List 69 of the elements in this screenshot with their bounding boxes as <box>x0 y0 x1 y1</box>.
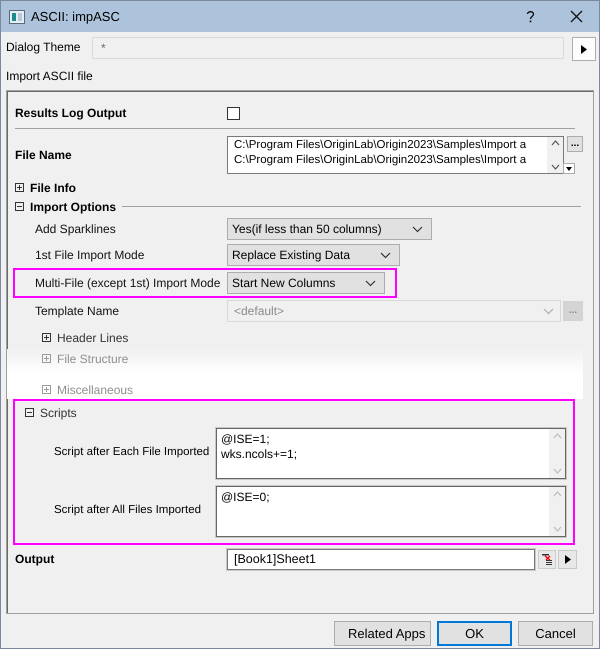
group-label: File Structure <box>57 350 128 368</box>
arrow-button[interactable] <box>558 550 577 568</box>
group-label: Scripts <box>40 404 77 422</box>
dropdown-value: Replace Existing Data <box>232 247 350 264</box>
field-label: 1st File Import Mode <box>35 247 146 264</box>
file-name-field[interactable]: C:\Program Files\OriginLab\Origin2023\Samples\Import a C:\Program Files\OriginLab\Origin2023\Samples\Import a <box>227 136 564 174</box>
group-label: File Info <box>30 180 76 196</box>
theme-field[interactable]: * <box>92 37 564 59</box>
triangle-right-icon <box>564 554 570 564</box>
help-icon <box>526 10 534 23</box>
field-label: Output <box>15 551 56 568</box>
field-label: Script after Each File Imported <box>53 445 210 460</box>
expand-icon[interactable] <box>15 183 24 192</box>
collapse-icon[interactable] <box>25 408 34 417</box>
chevron-down-icon <box>412 226 423 232</box>
group-label: Header Lines <box>57 330 128 346</box>
script-line: @ISE=1; <box>221 432 271 446</box>
field-label: Template Name <box>35 303 120 320</box>
field-label: File Name <box>15 147 73 164</box>
field-label: Results Log Output <box>15 105 128 122</box>
dropdown-value: Yes(if less than 50 columns) <box>232 221 382 238</box>
chevron-down-icon <box>552 526 562 532</box>
chevron-down-icon <box>543 308 554 314</box>
file-path: C:\Program Files\OriginLab\Origin2023\Samples\Import a <box>234 138 528 153</box>
checkbox[interactable] <box>227 106 240 120</box>
group-label: Import Options <box>30 198 116 216</box>
scrollbar[interactable] <box>549 486 565 536</box>
script-line: @ISE=0; <box>221 490 271 504</box>
dialog-button[interactable]: Related Apps <box>334 621 431 646</box>
dropdown-value: Start New Columns <box>232 275 336 292</box>
field-value: [Book1]Sheet1 <box>234 550 316 568</box>
combo-value: <default> <box>234 303 286 320</box>
triangle-down-icon <box>566 166 572 170</box>
close-icon <box>570 10 582 23</box>
field-label: Add Sparklines <box>35 221 117 238</box>
arrow-button[interactable] <box>572 37 596 61</box>
chevron-down-icon <box>550 164 560 170</box>
field-label: Multi-File (except 1st) Import Mode <box>35 275 222 292</box>
field-label: Script after All Files Imported <box>53 503 202 518</box>
dropdown[interactable]: Start New Columns <box>227 272 386 294</box>
scrollbar[interactable] <box>549 428 565 478</box>
window-title: ASCII: impASC <box>31 8 120 26</box>
chevron-up-icon <box>552 432 562 438</box>
file-path: C:\Program Files\OriginLab\Origin2023\Samples\Import a <box>234 153 528 168</box>
group-label: Miscellaneous <box>57 382 134 398</box>
collapse-icon[interactable] <box>15 202 24 211</box>
worksheet-icon <box>541 553 553 565</box>
chevron-down-icon <box>365 280 376 286</box>
script-editor[interactable]: @ISE=1; wks.ncols+=1; <box>215 426 567 480</box>
chevron-up-icon <box>550 140 560 146</box>
dropdown[interactable]: Yes(if less than 50 columns) <box>227 218 432 240</box>
expand-icon[interactable] <box>42 333 51 342</box>
scrollbar[interactable] <box>547 137 563 173</box>
chevron-up-icon <box>552 490 562 496</box>
output-field[interactable]: [Book1]Sheet1 <box>227 548 535 570</box>
chevron-down-icon <box>380 252 392 258</box>
script-line: wks.ncols+=1; <box>221 446 298 462</box>
dialog-button[interactable]: Cancel <box>518 621 593 646</box>
pick-sheet-button[interactable] <box>538 550 556 568</box>
dropdown[interactable]: Replace Existing Data <box>227 244 400 266</box>
app-icon <box>9 10 25 24</box>
section-description: Import ASCII file <box>6 68 93 85</box>
dropdown-button[interactable] <box>563 163 575 174</box>
script-editor[interactable]: @ISE=0; <box>215 484 567 538</box>
field-label: Dialog Theme <box>6 39 82 56</box>
triangle-right-icon <box>581 44 587 54</box>
chevron-down-icon <box>552 468 562 474</box>
dialog-button[interactable]: OK <box>437 621 512 646</box>
browse-button[interactable]: ... <box>567 136 583 152</box>
